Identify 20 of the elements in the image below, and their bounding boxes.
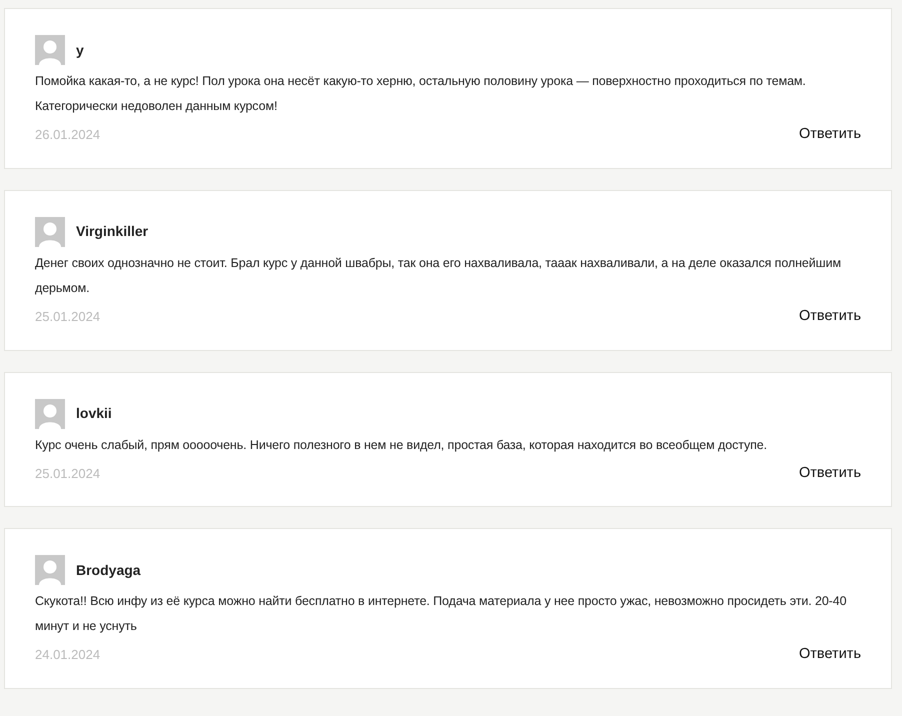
reply-link[interactable]: Ответить (799, 306, 861, 328)
reply-link[interactable]: Ответить (799, 462, 861, 484)
comment-date: 24.01.2024 (35, 646, 100, 664)
comment-text: Курс очень слабый, прям ооооочень. Ничего полезного в нем не видел, простая база, которая находится во всеобщем доступе. (35, 436, 768, 454)
reply-link[interactable]: Ответить (799, 644, 861, 666)
reply-link[interactable]: Ответить (799, 124, 861, 146)
author-name: у (76, 40, 84, 60)
comment-date: 25.01.2024 (35, 464, 100, 483)
comment-date: 26.01.2024 (35, 126, 100, 144)
comment-date: 25.01.2024 (35, 308, 100, 326)
author-name: lovkii (76, 404, 112, 423)
avatar-icon (35, 555, 65, 586)
author-name: Brodyaga (76, 560, 141, 580)
avatar-icon (35, 35, 65, 65)
comment-text: Помойка какая-то, а не курс! Пол урока она несёт какую-то херню, остальную половину урока — поверхностно проходиться по темам. Категорически недоволен данным курсом! (35, 73, 807, 115)
comment-text: Скукота!! Всю инфу из её курса можно найти бесплатно в интернете. Подача материала у нее просто ужас, невозможно просидеть эти. 20-40 минут и не уснуть (35, 593, 848, 636)
avatar-icon (35, 216, 65, 247)
avatar-icon (35, 398, 65, 428)
author-name: Virginkiller (76, 222, 148, 242)
comment-text: Денег своих однозначно не стоит. Брал курс у данной швабры, так она его нахваливала, тааак нахваливали, а на деле оказался полнейшим дерьмом. (35, 254, 842, 297)
